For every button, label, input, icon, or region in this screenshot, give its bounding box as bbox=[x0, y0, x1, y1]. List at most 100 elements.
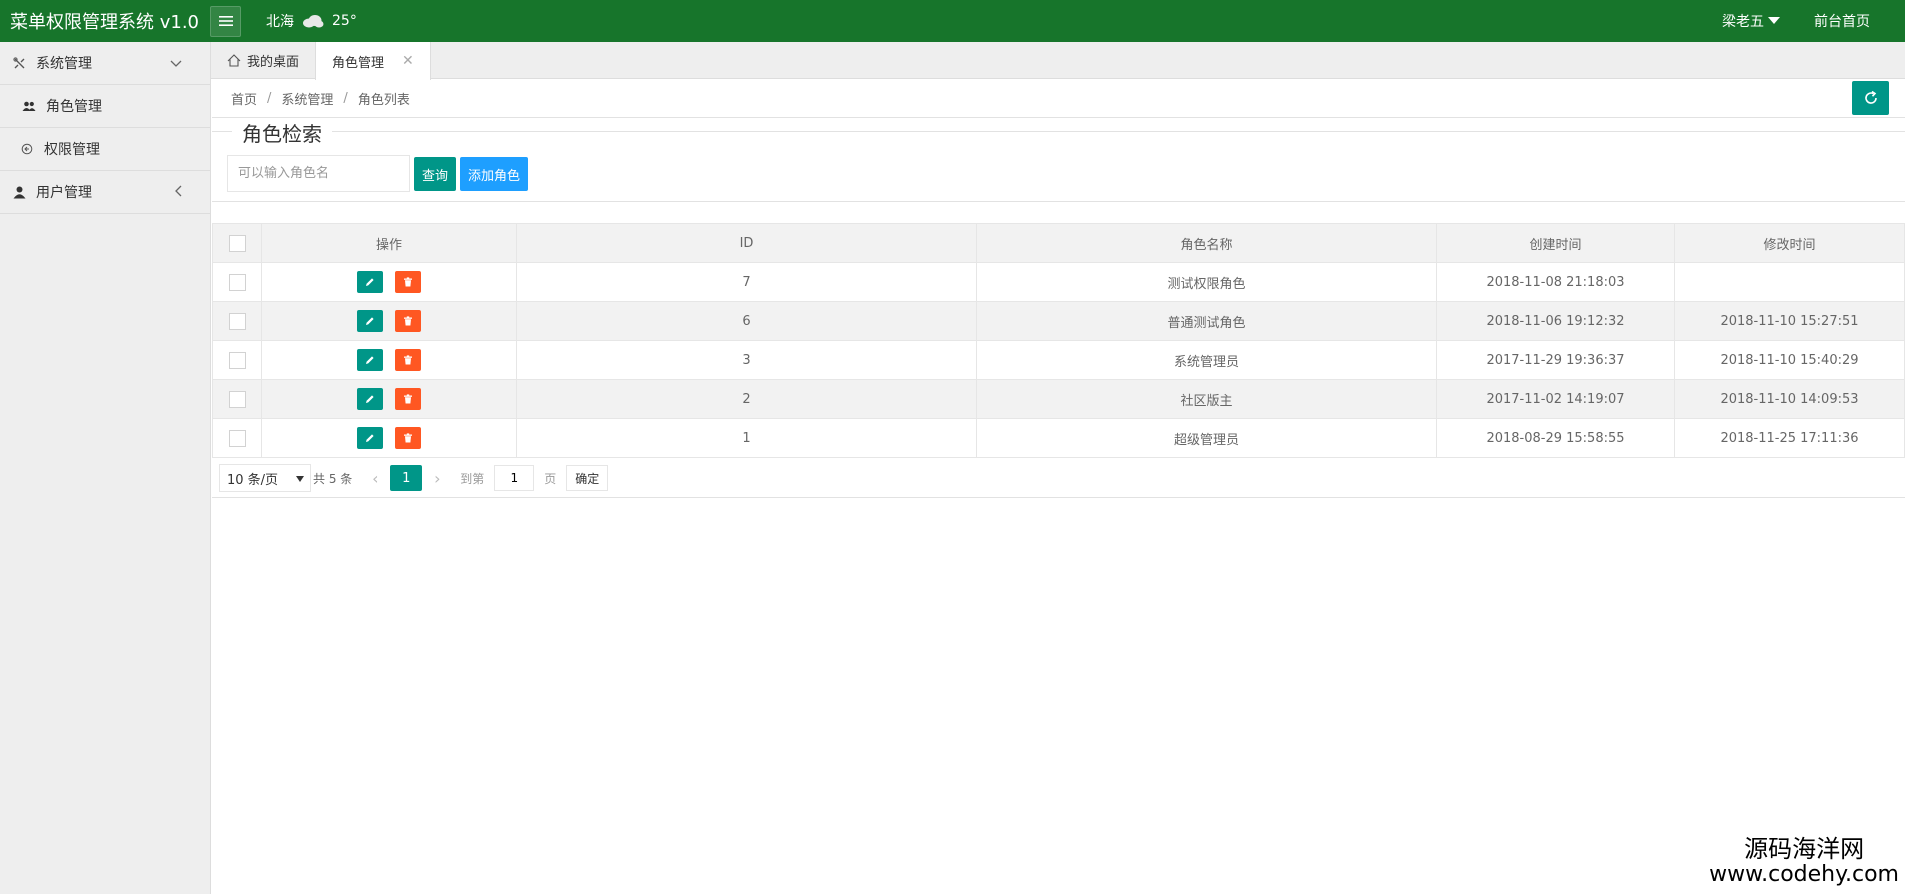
column-header: ID bbox=[516, 223, 977, 263]
cell-id: 7 bbox=[516, 262, 977, 302]
watermark: 源码海洋网 www.codehy.com bbox=[1709, 836, 1899, 887]
menu-toggle-button[interactable] bbox=[210, 5, 241, 37]
top-header: 菜单权限管理系统 v1.0 北海 25° 梁老五 前台首页 bbox=[0, 0, 1905, 42]
cell-modified: 2018-11-10 15:27:51 bbox=[1674, 301, 1905, 341]
pencil-icon bbox=[366, 356, 374, 364]
edit-button[interactable] bbox=[357, 427, 383, 449]
breadcrumb: 首页 / 系统管理 / 角色列表 bbox=[212, 79, 1905, 118]
pencil-icon bbox=[366, 317, 374, 325]
page-size-value: 10 条/页 bbox=[227, 472, 279, 488]
table-row: 3 系统管理员 2017-11-29 19:36:37 2018-11-10 15:4… bbox=[212, 340, 1905, 380]
cell-modified: 2018-11-10 14:09:53 bbox=[1674, 379, 1905, 419]
trash-icon bbox=[404, 316, 412, 326]
cell-id: 1 bbox=[516, 418, 977, 458]
delete-button[interactable] bbox=[395, 310, 421, 332]
next-page-button[interactable]: › bbox=[422, 469, 452, 488]
sidebar: 系统管理 角色管理 权限管理 用户管理 bbox=[0, 42, 211, 894]
user-menu[interactable]: 梁老五 bbox=[1722, 11, 1780, 31]
cell-id: 6 bbox=[516, 301, 977, 341]
sidebar-item-permission-management[interactable]: 权限管理 bbox=[0, 128, 210, 171]
cell-role-name: 系统管理员 bbox=[976, 340, 1437, 380]
total-count: 共 5 条 bbox=[313, 471, 353, 486]
trash-icon bbox=[404, 277, 412, 287]
goto-page-input[interactable] bbox=[494, 465, 535, 491]
refresh-icon bbox=[1864, 90, 1877, 104]
hamburger-icon bbox=[218, 16, 233, 26]
refresh-button[interactable] bbox=[1852, 81, 1889, 115]
weather-temp: 25° bbox=[332, 13, 357, 29]
cell-modified: 2018-11-10 15:40:29 bbox=[1674, 340, 1905, 380]
breadcrumb-item[interactable]: 系统管理 bbox=[281, 89, 333, 108]
tab-label: 角色管理 bbox=[332, 55, 385, 71]
edit-button[interactable] bbox=[357, 349, 383, 371]
delete-button[interactable] bbox=[395, 388, 421, 410]
tab-role-management[interactable]: 角色管理 ✕ bbox=[315, 42, 431, 80]
tab-label: 我的桌面 bbox=[247, 54, 300, 70]
cell-created: 2018-11-08 21:18:03 bbox=[1436, 262, 1675, 302]
caret-down-icon bbox=[296, 476, 304, 482]
tools-icon bbox=[12, 56, 26, 70]
trash-icon bbox=[404, 394, 412, 404]
table-row: 1 超级管理员 2018-08-29 15:58:55 2018-11-25 17:1… bbox=[212, 418, 1905, 458]
cell-created: 2018-08-29 15:58:55 bbox=[1436, 418, 1675, 458]
pencil-icon bbox=[366, 278, 374, 286]
role-name-search-input[interactable] bbox=[227, 155, 410, 192]
delete-button[interactable] bbox=[395, 349, 421, 371]
home-icon bbox=[227, 53, 241, 67]
chevron-left-icon bbox=[174, 185, 182, 201]
page-size-select[interactable]: 10 条/页 bbox=[219, 464, 311, 492]
breadcrumb-separator: / bbox=[343, 90, 348, 106]
column-header: 修改时间 bbox=[1674, 223, 1905, 263]
delete-button[interactable] bbox=[395, 427, 421, 449]
cell-role-name: 普通测试角色 bbox=[976, 301, 1437, 341]
sidebar-group-users[interactable]: 用户管理 bbox=[0, 171, 210, 214]
edit-button[interactable] bbox=[357, 310, 383, 332]
caret-down-icon bbox=[1768, 16, 1780, 24]
sidebar-item-role-management[interactable]: 角色管理 bbox=[0, 85, 210, 128]
goto-label: 到第 bbox=[460, 471, 485, 486]
tab-bar: 我的桌面 角色管理 ✕ bbox=[211, 42, 1905, 80]
sidebar-group-system[interactable]: 系统管理 bbox=[0, 42, 210, 85]
edit-button[interactable] bbox=[357, 388, 383, 410]
table-row: 6 普通测试角色 2018-11-06 19:12:32 2018-11-10 15:… bbox=[212, 301, 1905, 341]
role-table: 操作 ID 角色名称 创建时间 修改时间 7 测试权限角色 2018-11-08 2… bbox=[212, 223, 1905, 458]
table-row: 2 社区版主 2017-11-02 14:19:07 2018-11-10 14:09… bbox=[212, 379, 1905, 419]
row-checkbox[interactable] bbox=[228, 390, 246, 408]
goto-confirm-button[interactable]: 确定 bbox=[566, 465, 609, 491]
breadcrumb-item[interactable]: 首页 bbox=[231, 89, 257, 108]
current-page-button[interactable]: 1 bbox=[390, 465, 423, 491]
row-checkbox[interactable] bbox=[228, 312, 246, 330]
permission-icon bbox=[20, 142, 34, 156]
chevron-down-icon bbox=[170, 56, 182, 72]
delete-button[interactable] bbox=[395, 271, 421, 293]
trash-icon bbox=[404, 355, 412, 365]
weather-city: 北海 bbox=[266, 14, 294, 30]
watermark-en: www.codehy.com bbox=[1709, 862, 1899, 887]
row-checkbox[interactable] bbox=[228, 273, 246, 291]
cell-created: 2017-11-02 14:19:07 bbox=[1436, 379, 1675, 419]
table-row: 7 测试权限角色 2018-11-08 21:18:03 bbox=[212, 262, 1905, 302]
column-header: 创建时间 bbox=[1436, 223, 1675, 263]
cell-created: 2018-11-06 19:12:32 bbox=[1436, 301, 1675, 341]
weather-widget: 北海 25° bbox=[266, 11, 357, 31]
search-panel: 角色检索 查询 添加角色 bbox=[212, 118, 1905, 202]
row-checkbox[interactable] bbox=[228, 351, 246, 369]
cell-role-name: 测试权限角色 bbox=[976, 262, 1437, 302]
cell-modified bbox=[1674, 262, 1905, 302]
home-link[interactable]: 前台首页 bbox=[1814, 11, 1870, 31]
close-icon[interactable]: ✕ bbox=[402, 53, 414, 69]
add-role-button[interactable]: 添加角色 bbox=[460, 157, 529, 191]
prev-page-button[interactable]: ‹ bbox=[360, 469, 390, 488]
app-title: 菜单权限管理系统 v1.0 bbox=[10, 12, 199, 33]
query-button[interactable]: 查询 bbox=[414, 157, 457, 191]
cell-id: 2 bbox=[516, 379, 977, 419]
search-legend: 角色检索 bbox=[232, 118, 332, 147]
trash-icon bbox=[404, 433, 412, 443]
cell-modified: 2018-11-25 17:11:36 bbox=[1674, 418, 1905, 458]
breadcrumb-item-current: 角色列表 bbox=[357, 92, 410, 108]
sidebar-item-label: 角色管理 bbox=[46, 99, 102, 115]
row-checkbox[interactable] bbox=[228, 429, 246, 447]
select-all-checkbox[interactable] bbox=[228, 234, 246, 252]
tab-desktop[interactable]: 我的桌面 bbox=[211, 42, 315, 78]
edit-button[interactable] bbox=[357, 271, 383, 293]
